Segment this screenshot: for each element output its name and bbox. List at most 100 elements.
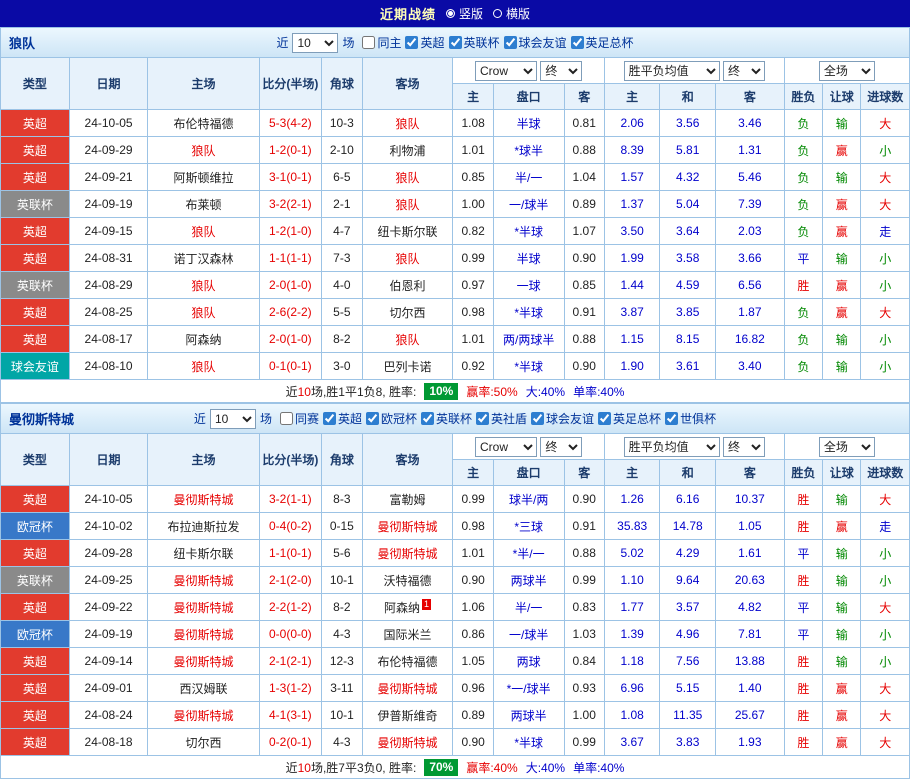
- checkbox-input[interactable]: [598, 412, 611, 425]
- team-link[interactable]: 伯恩利: [389, 279, 425, 293]
- match-score[interactable]: 0-4(0-2): [259, 513, 322, 540]
- odds-source-select[interactable]: Crow: [475, 61, 537, 81]
- team-link[interactable]: 狼队: [395, 171, 419, 185]
- team-link[interactable]: 西汉姆联: [179, 682, 227, 696]
- team-link[interactable]: 阿森纳: [384, 601, 420, 615]
- team-link[interactable]: 曼彻斯特城: [377, 547, 437, 561]
- games-count-select[interactable]: 10: [210, 409, 256, 429]
- team-link[interactable]: 曼彻斯特城: [173, 655, 233, 669]
- team-link[interactable]: 切尔西: [389, 306, 425, 320]
- match-score[interactable]: 0-1(0-1): [259, 353, 322, 380]
- games-count-select[interactable]: 10: [292, 33, 338, 53]
- match-score[interactable]: 2-0(1-0): [259, 326, 322, 353]
- team-link[interactable]: 巴列卡诺: [383, 360, 431, 374]
- euro-mean-select[interactable]: 胜平负均值: [624, 437, 720, 457]
- scope-select[interactable]: 全场: [819, 437, 875, 457]
- checkbox-input[interactable]: [449, 36, 462, 49]
- match-score[interactable]: 4-1(3-1): [259, 702, 322, 729]
- match-score[interactable]: 2-1(2-1): [259, 648, 322, 675]
- team-link[interactable]: 狼队: [395, 198, 419, 212]
- scope-select[interactable]: 全场: [819, 61, 875, 81]
- match-score[interactable]: 0-2(0-1): [259, 729, 322, 756]
- team-link[interactable]: 阿斯顿维拉: [173, 171, 233, 185]
- team-link[interactable]: 曼彻斯特城: [173, 601, 233, 615]
- layout-radio-horizontal[interactable]: 横版: [493, 5, 530, 22]
- checkbox-input[interactable]: [405, 36, 418, 49]
- checkbox-input[interactable]: [504, 36, 517, 49]
- match-score[interactable]: 2-6(2-2): [259, 299, 322, 326]
- team-link[interactable]: 曼彻斯特城: [173, 709, 233, 723]
- layout-radio-vertical[interactable]: 竖版: [446, 5, 483, 22]
- match-score[interactable]: 2-2(1-2): [259, 594, 322, 621]
- checkbox-input[interactable]: [362, 36, 375, 49]
- match-score[interactable]: 3-1(0-1): [259, 164, 322, 191]
- team-link[interactable]: 曼彻斯特城: [173, 493, 233, 507]
- match-score[interactable]: 3-2(2-1): [259, 191, 322, 218]
- euro-mean-select[interactable]: 胜平负均值: [624, 61, 720, 81]
- match-score[interactable]: 5-3(4-2): [259, 110, 322, 137]
- match-score[interactable]: 1-2(1-0): [259, 218, 322, 245]
- match-score[interactable]: 1-1(1-1): [259, 245, 322, 272]
- checkbox-input[interactable]: [476, 412, 489, 425]
- match-score[interactable]: 1-2(0-1): [259, 137, 322, 164]
- euro-time-select[interactable]: 终: [723, 437, 765, 457]
- team-link[interactable]: 狼队: [395, 333, 419, 347]
- checkbox-input[interactable]: [531, 412, 544, 425]
- team-link[interactable]: 布伦特福德: [377, 655, 437, 669]
- match-score[interactable]: 3-2(1-1): [259, 486, 322, 513]
- team-link[interactable]: 狼队: [191, 144, 215, 158]
- checkbox-input[interactable]: [366, 412, 379, 425]
- team-link[interactable]: 诺丁汉森林: [173, 252, 233, 266]
- checkbox-input[interactable]: [571, 36, 584, 49]
- filter-checkbox[interactable]: 英联杯: [417, 410, 472, 427]
- team-link[interactable]: 布莱顿: [185, 198, 221, 212]
- filter-checkbox[interactable]: 英社盾: [472, 410, 527, 427]
- team-link[interactable]: 曼彻斯特城: [377, 736, 437, 750]
- match-score[interactable]: 1-1(0-1): [259, 540, 322, 567]
- team-link[interactable]: 沃特福德: [383, 574, 431, 588]
- team-link[interactable]: 曼彻斯特城: [173, 628, 233, 642]
- team-link[interactable]: 狼队: [191, 225, 215, 239]
- team-link[interactable]: 狼队: [395, 252, 419, 266]
- team-link[interactable]: 切尔西: [185, 736, 221, 750]
- team-link[interactable]: 布伦特福德: [173, 117, 233, 131]
- filter-checkbox[interactable]: 英超: [319, 410, 362, 427]
- filter-checkbox[interactable]: 英足总杯: [567, 34, 634, 51]
- match-score[interactable]: 1-3(1-2): [259, 675, 322, 702]
- odds-source-select[interactable]: Crow: [475, 437, 537, 457]
- match-score[interactable]: 2-0(1-0): [259, 272, 322, 299]
- match-score[interactable]: 0-0(0-0): [259, 621, 322, 648]
- match-score[interactable]: 2-1(2-0): [259, 567, 322, 594]
- checkbox-input[interactable]: [421, 412, 434, 425]
- team-link[interactable]: 国际米兰: [383, 628, 431, 642]
- team-link[interactable]: 利物浦: [389, 144, 425, 158]
- filter-checkbox[interactable]: 同赛: [276, 410, 319, 427]
- filter-checkbox[interactable]: 英足总杯: [594, 410, 661, 427]
- filter-checkbox[interactable]: 世俱杯: [661, 410, 716, 427]
- filter-checkbox[interactable]: 英联杯: [445, 34, 500, 51]
- checkbox-input[interactable]: [280, 412, 293, 425]
- team-link[interactable]: 纽卡斯尔联: [173, 547, 233, 561]
- filter-checkbox[interactable]: 欧冠杯: [362, 410, 417, 427]
- team-link[interactable]: 曼彻斯特城: [377, 682, 437, 696]
- team-link[interactable]: 曼彻斯特城: [377, 520, 437, 534]
- checkbox-input[interactable]: [665, 412, 678, 425]
- team-link[interactable]: 纽卡斯尔联: [377, 225, 437, 239]
- team-link[interactable]: 阿森纳: [185, 333, 221, 347]
- filter-checkbox[interactable]: 球会友谊: [527, 410, 594, 427]
- euro-time-select[interactable]: 终: [723, 61, 765, 81]
- team-link[interactable]: 伊普斯维奇: [377, 709, 437, 723]
- filter-checkbox[interactable]: 英超: [401, 34, 444, 51]
- team-link[interactable]: 狼队: [191, 306, 215, 320]
- filter-checkbox[interactable]: 同主: [358, 34, 401, 51]
- team-link[interactable]: 曼彻斯特城: [173, 574, 233, 588]
- team-link[interactable]: 狼队: [191, 360, 215, 374]
- team-link[interactable]: 布拉迪斯拉发: [167, 520, 239, 534]
- team-link[interactable]: 狼队: [395, 117, 419, 131]
- odds-time-select[interactable]: 终: [540, 61, 582, 81]
- odds-time-select[interactable]: 终: [540, 437, 582, 457]
- filter-checkbox[interactable]: 球会友谊: [500, 34, 567, 51]
- team-link[interactable]: 狼队: [191, 279, 215, 293]
- team-link[interactable]: 富勒姆: [389, 493, 425, 507]
- checkbox-input[interactable]: [323, 412, 336, 425]
